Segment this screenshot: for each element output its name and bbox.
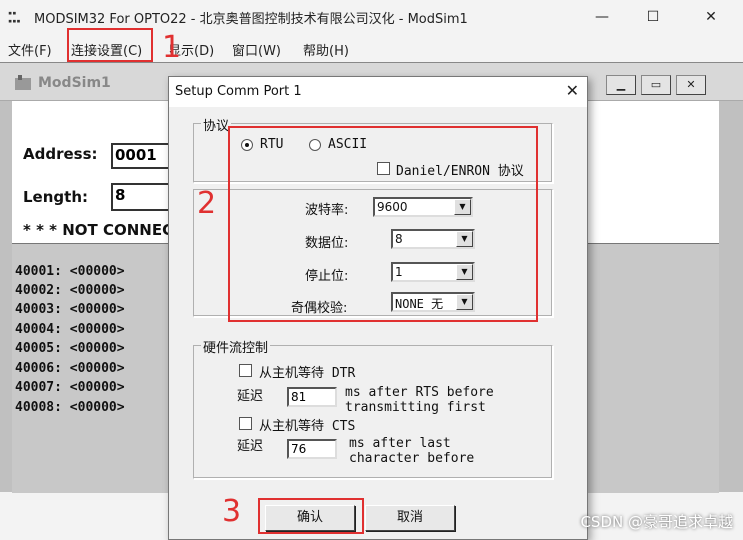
mdi-minimize-button[interactable]: ▁ — [606, 75, 636, 95]
address-label: Address: — [23, 145, 98, 163]
dialog-close-icon[interactable]: ✕ — [566, 81, 579, 100]
protocol-group-label: 协议 — [201, 115, 232, 134]
watermark: CSDN @豪哥追求卓越 — [580, 513, 733, 531]
annotation-box-3 — [258, 498, 364, 534]
register-row: 40001: <00000> — [15, 264, 125, 279]
modsim-title: ModSim1 — [38, 75, 111, 91]
annotation-box-2 — [228, 126, 538, 322]
register-row: 40005: <00000> — [15, 341, 125, 356]
cts-checkbox[interactable] — [239, 417, 252, 430]
dialog-title: Setup Comm Port 1 — [175, 84, 302, 99]
app-icon: ▪▪ ▪▪▪ — [8, 9, 21, 25]
hw-flow-group-label: 硬件流控制 — [201, 337, 271, 356]
register-row: 40003: <00000> — [15, 302, 125, 317]
annotation-number-3: 3 — [222, 494, 242, 529]
dialog-title-bar: Setup Comm Port 1 ✕ — [169, 77, 587, 107]
modsim-icon — [15, 75, 31, 90]
register-row: 40008: <00000> — [15, 400, 125, 415]
delay2-desc-line1: ms after last — [349, 436, 451, 451]
delay2-input[interactable]: 76 — [287, 439, 337, 459]
dtr-label: 从主机等待 DTR — [259, 366, 356, 381]
delay1-label: 延迟 — [237, 389, 264, 404]
maximize-button[interactable]: ☐ — [630, 0, 676, 34]
mdi-restore-button[interactable]: ▭ — [641, 75, 671, 95]
cancel-button[interactable]: 取消 — [365, 505, 455, 531]
connection-status: * * * NOT CONNEC — [23, 221, 174, 239]
window-title: MODSIM32 For OPTO22 - 北京奥普图控制技术有限公司汉化 - … — [34, 11, 468, 27]
length-label: Length: — [23, 188, 88, 206]
minimize-button[interactable]: — — [579, 0, 625, 34]
register-row: 40004: <00000> — [15, 322, 125, 337]
register-row: 40002: <00000> — [15, 283, 125, 298]
delay1-desc-line2: transmitting first — [345, 400, 486, 415]
cts-label: 从主机等待 CTS — [259, 419, 356, 434]
mdi-close-button[interactable]: ✕ — [676, 75, 706, 95]
annotation-box-1 — [67, 28, 153, 62]
delay2-label: 延迟 — [237, 439, 264, 454]
delay2-desc-line2: character before — [349, 451, 475, 466]
delay1-input[interactable]: 81 — [287, 387, 337, 407]
delay1-desc-line1: ms after RTS before — [345, 385, 494, 400]
menu-file[interactable]: 文件(F) — [8, 38, 52, 61]
register-row: 40007: <00000> — [15, 380, 125, 395]
annotation-number-1: 1 — [162, 30, 182, 65]
menu-help[interactable]: 帮助(H) — [303, 38, 349, 61]
annotation-number-2: 2 — [197, 186, 217, 221]
dtr-checkbox[interactable] — [239, 364, 252, 377]
menu-window[interactable]: 窗口(W) — [232, 38, 281, 61]
close-button[interactable]: ✕ — [688, 0, 734, 34]
register-row: 40006: <00000> — [15, 361, 125, 376]
